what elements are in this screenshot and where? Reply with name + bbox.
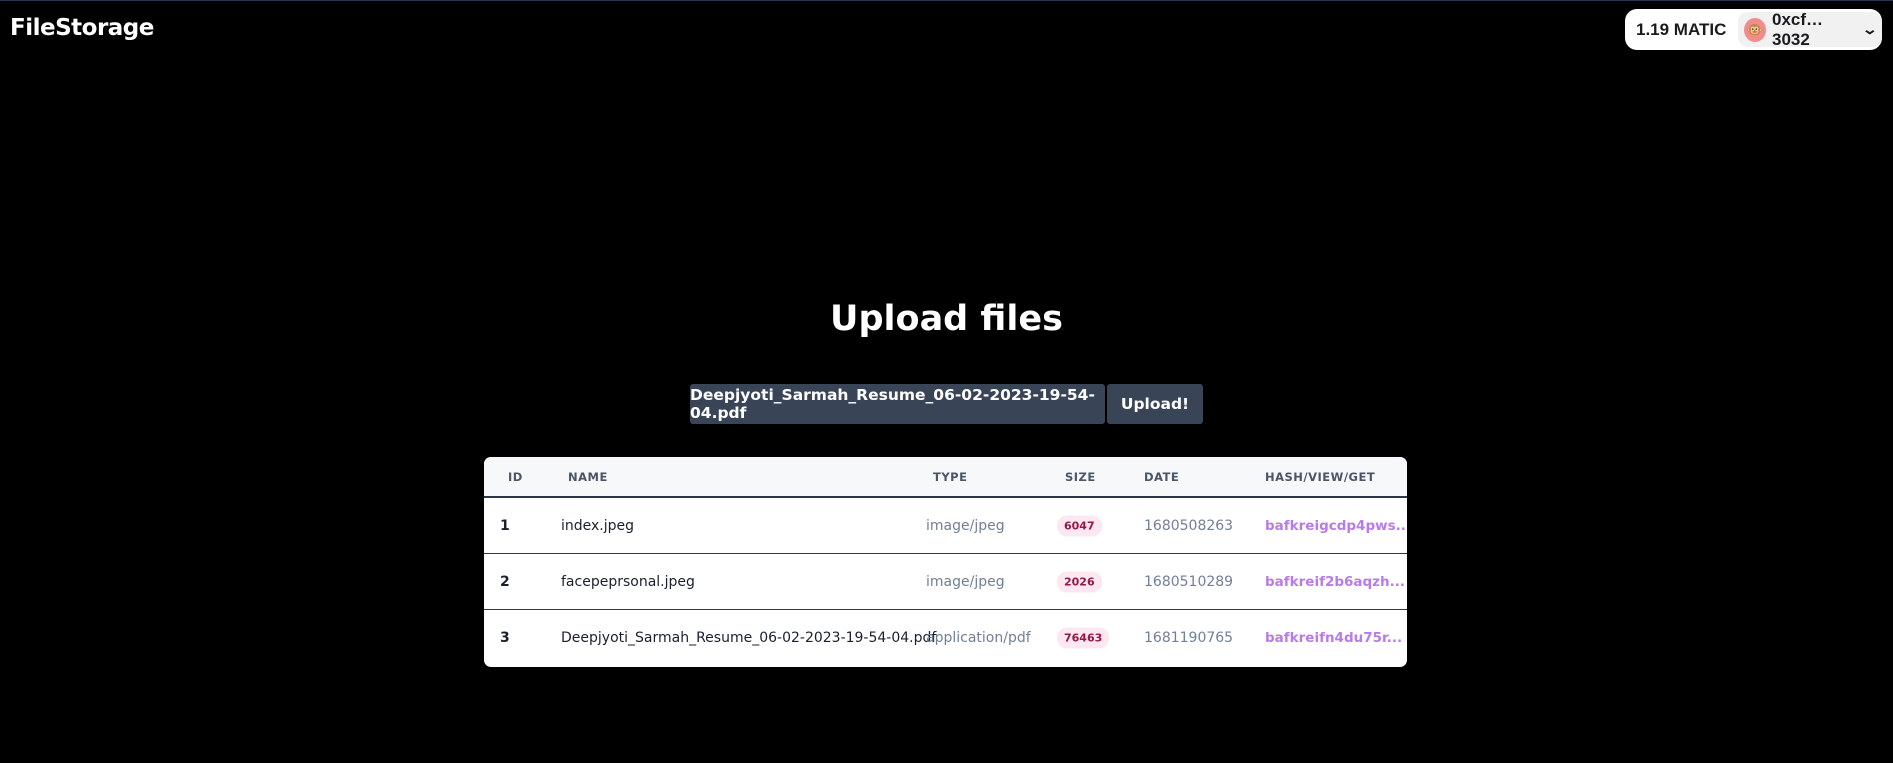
account-address: 0xcf…3032 — [1771, 9, 1824, 49]
cell-date: 1681190765 — [1144, 629, 1234, 646]
cell-date: 1680508263 — [1144, 517, 1234, 534]
cell-type: image/jpeg — [926, 517, 1005, 534]
cell-id: 1 — [500, 517, 510, 534]
cell-type: application/pdf — [926, 629, 1031, 646]
cell-name: index.jpeg — [561, 517, 635, 534]
wallet-widget[interactable]: 1.19 MATIC 🐵 0xcf…3032 ⌄ — [1625, 9, 1882, 50]
header-date: DATE — [1144, 470, 1180, 485]
hash-link[interactable]: bafkreif2b6aqzh... — [1265, 574, 1405, 590]
cell-name: Deepjyoti_Sarmah_Resume_06-02-2023-19-54… — [561, 629, 937, 646]
upload-button[interactable]: Upload! — [1107, 384, 1203, 424]
emoji-avatar-icon: 🐵 — [1743, 17, 1766, 42]
header-id: ID — [508, 470, 523, 485]
size-badge: 76463 — [1057, 627, 1110, 648]
app-logo: FileStorage — [10, 15, 154, 41]
table-row: 2 facepeprsonal.jpeg image/jpeg 2026 168… — [484, 554, 1407, 610]
cell-id: 3 — [500, 629, 510, 646]
table-row: 1 index.jpeg image/jpeg 6047 1680508263 … — [484, 498, 1407, 554]
table-header: ID NAME TYPE SIZE DATE HASH/VIEW/GET — [484, 457, 1407, 498]
file-select-button[interactable]: Deepjyoti_Sarmah_Resume_06-02-2023-19-54… — [690, 384, 1105, 424]
size-badge: 6047 — [1057, 515, 1102, 536]
cell-id: 2 — [500, 573, 510, 590]
header-size: SIZE — [1065, 470, 1096, 485]
table-row: 3 Deepjyoti_Sarmah_Resume_06-02-2023-19-… — [484, 610, 1407, 665]
cell-date: 1680510289 — [1144, 573, 1234, 590]
files-table: ID NAME TYPE SIZE DATE HASH/VIEW/GET 1 i… — [484, 457, 1407, 667]
size-badge: 2026 — [1057, 571, 1102, 592]
cell-name: facepeprsonal.jpeg — [561, 573, 695, 590]
wallet-balance[interactable]: 1.19 MATIC — [1625, 20, 1735, 40]
hash-link[interactable]: bafkreifn4du75r... — [1265, 630, 1402, 646]
account-button[interactable]: 🐵 0xcf…3032 ⌄ — [1737, 9, 1882, 49]
header-type: TYPE — [933, 470, 968, 485]
cell-type: image/jpeg — [926, 573, 1005, 590]
chevron-down-icon: ⌄ — [1861, 21, 1879, 37]
header-name: NAME — [568, 470, 608, 485]
hash-link[interactable]: bafkreigcdp4pws... — [1265, 518, 1407, 534]
page-title: Upload files — [830, 299, 1063, 339]
header-hash: HASH/VIEW/GET — [1265, 470, 1376, 485]
